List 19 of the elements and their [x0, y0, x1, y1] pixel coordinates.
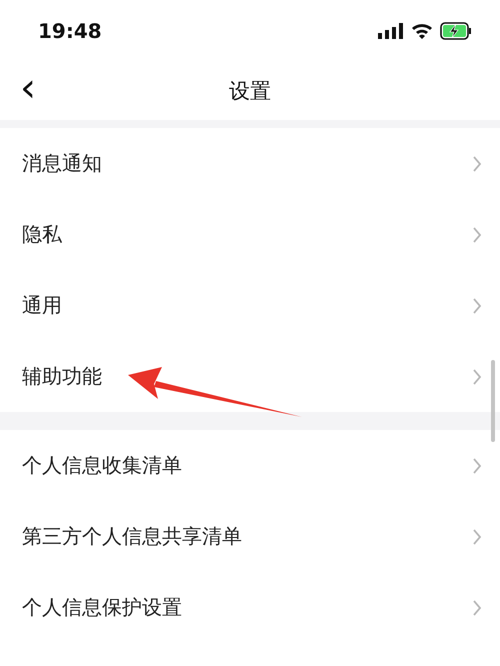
row-label: 个人信息保护设置 — [22, 594, 182, 621]
chevron-icon — [472, 156, 482, 172]
page-title: 设置 — [229, 78, 271, 105]
chevron-icon — [472, 458, 482, 474]
row-label: 第三方个人信息共享清单 — [22, 523, 242, 550]
chevron-icon — [472, 368, 482, 384]
chevron-icon — [472, 298, 482, 314]
row-label: 个人信息收集清单 — [22, 452, 182, 479]
chevron-icon — [472, 600, 482, 616]
wifi-icon — [411, 23, 433, 39]
row-label: 辅助功能 — [22, 363, 102, 390]
row-label: 消息通知 — [22, 150, 102, 177]
status-time: 19:48 — [38, 19, 102, 43]
back-button[interactable]: ‹ — [14, 68, 42, 108]
chevron-icon — [472, 226, 482, 242]
row-label: 通用 — [22, 292, 62, 319]
chevron-icon — [472, 528, 482, 544]
row-label: 隐私 — [22, 221, 62, 248]
signal-icon — [378, 23, 404, 39]
